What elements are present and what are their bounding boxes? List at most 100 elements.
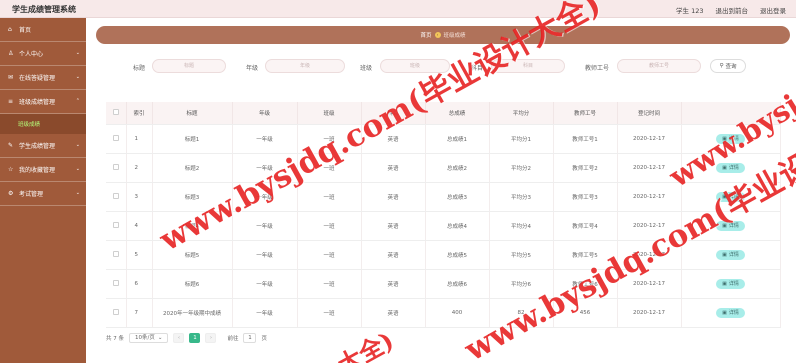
row-checkbox-cell[interactable] [106, 211, 127, 241]
row-checkbox[interactable] [112, 279, 119, 286]
submenu-item-label: 班级成绩 [18, 122, 41, 128]
row-checkbox[interactable] [112, 163, 119, 170]
goto-page-input[interactable]: 1 [243, 333, 257, 343]
breadcrumb-home[interactable]: 首页 [420, 31, 431, 39]
top-bar: 学生成绩管理系统 学生 123 退出到前台 退出登录 [0, 0, 796, 18]
detail-button[interactable]: ▣ 详情 [716, 162, 745, 173]
back-to-front-link[interactable]: 退出到前台 [716, 5, 749, 15]
row-checkbox[interactable] [112, 221, 119, 228]
table-cell: 教师工号6 [553, 269, 618, 299]
checkbox[interactable] [112, 108, 119, 115]
logout-link[interactable]: 退出登录 [760, 5, 786, 15]
sidebar-item-5[interactable]: ☆ 我的收藏管理 ⌄ [0, 158, 86, 182]
teacher-id-input[interactable]: 教师工号 [617, 59, 701, 73]
prev-page-button[interactable]: ‹ [173, 333, 185, 343]
row-checkbox[interactable] [112, 308, 119, 315]
chevron-down-icon: ⌃ [75, 98, 80, 104]
table-cell: 平均分5 [489, 240, 554, 270]
breadcrumb: 首页 › 班级成绩 [96, 26, 790, 44]
select-all-checkbox[interactable] [106, 102, 127, 125]
grade-input[interactable]: 年级 [265, 59, 345, 73]
breadcrumb-current: 班级成绩 [443, 33, 466, 39]
table-cell: 教师工号4 [553, 211, 618, 241]
search-button-label: 查询 [725, 64, 737, 70]
detail-button[interactable]: ▣ 详情 [716, 191, 745, 202]
table-cell: 平均分3 [489, 182, 554, 212]
chevron-down-icon: ⌄ [157, 335, 163, 341]
table-cell: 英语 [361, 211, 426, 241]
detail-button[interactable]: ▣ 详情 [716, 133, 745, 144]
table-cell: 标题3 [152, 182, 233, 212]
row-checkbox-cell[interactable] [106, 269, 127, 299]
table-cell: 标题6 [152, 269, 233, 299]
table-cell: 一年级 [232, 298, 298, 328]
document-icon: ▣ [722, 222, 727, 229]
column-header: 班级 [297, 102, 362, 125]
column-header [681, 102, 781, 125]
row-checkbox[interactable] [112, 192, 119, 199]
title-label: 标题 [133, 65, 146, 72]
row-checkbox[interactable] [112, 250, 119, 257]
actions-cell: ▣ 详情 [681, 211, 781, 241]
row-checkbox-cell[interactable] [106, 182, 127, 212]
table-cell: 一年级 [232, 269, 298, 299]
detail-button[interactable]: ▣ 详情 [716, 220, 745, 231]
row-checkbox-cell[interactable] [106, 153, 127, 183]
app-title: 学生成绩管理系统 [12, 5, 76, 14]
detail-button[interactable]: ▣ 详情 [716, 278, 745, 289]
table-cell: 英语 [361, 298, 426, 328]
table-cell: 一班 [297, 298, 362, 328]
pagination: 共 7 条 10条/页 ⌄ ‹ 1 › 前往 1 页 [106, 332, 267, 344]
sidebar-item-6[interactable]: ⚙ 考试管理 ⌄ [0, 182, 86, 206]
page-size-select[interactable]: 10条/页 ⌄ [129, 333, 169, 343]
row-checkbox-cell[interactable] [106, 124, 127, 154]
actions-cell: ▣ 详情 [681, 240, 781, 270]
next-page-button[interactable]: › [205, 333, 217, 343]
detail-button-label: 详情 [728, 251, 739, 258]
table-row: 1 标题1 一年级 一班 英语 总成绩1 平均分1 教师工号1 2020-12-17 ▣ 详情 [106, 124, 781, 154]
table-cell: 一年级 [232, 211, 298, 241]
table-cell: 6 [126, 269, 153, 299]
row-checkbox-cell[interactable] [106, 240, 127, 270]
row-checkbox[interactable] [112, 134, 119, 141]
table-cell: 一班 [297, 269, 362, 299]
table-cell: 标题4 [152, 211, 233, 241]
current-page[interactable]: 1 [189, 333, 201, 343]
submenu-item-active[interactable]: 班级成绩 [0, 114, 86, 134]
class-input[interactable]: 班级 [380, 59, 450, 73]
document-icon: ▣ [722, 251, 727, 258]
table-cell: 3 [126, 182, 153, 212]
column-header: 教师工号 [553, 102, 618, 125]
grades-table: 索引 标题 年级 班级 科目 总成绩 平均分 教师工号 登记时间 1 标题1 一年级 一班 英语 总成绩1… [106, 102, 781, 328]
table-cell: 一班 [297, 182, 362, 212]
teacher-id-label: 教师工号 [585, 65, 610, 72]
exam-icon: ⚙ [8, 190, 14, 197]
goto-suffix: 页 [261, 336, 267, 342]
table-cell: 2020年一年级期中成绩 [152, 298, 233, 328]
column-header: 登记时间 [617, 102, 682, 125]
grade-label: 年级 [246, 65, 259, 72]
detail-button[interactable]: ▣ 详情 [716, 249, 745, 260]
table-cell: 2020-12-17 [617, 182, 682, 212]
table-cell: 2 [126, 153, 153, 183]
search-button[interactable]: ⚲ 查询 [710, 59, 746, 73]
table-cell: 英语 [361, 124, 426, 154]
document-icon: ▣ [722, 135, 727, 142]
table-cell: 2020-12-17 [617, 211, 682, 241]
column-header: 标题 [152, 102, 233, 125]
table-cell: 总成绩6 [425, 269, 490, 299]
detail-button[interactable]: ▣ 详情 [716, 307, 745, 318]
table-cell: 平均分2 [489, 153, 554, 183]
subject-input[interactable]: 科目 [491, 59, 565, 73]
sidebar-item-0[interactable]: ⌂ 首页 [0, 18, 86, 42]
table-cell: 英语 [361, 153, 426, 183]
table-cell: 2020-12-17 [617, 153, 682, 183]
subject-label: 科目 [471, 65, 484, 72]
table-cell: 一年级 [232, 182, 298, 212]
sidebar-item-4[interactable]: ✎ 学生成绩管理 ⌄ [0, 134, 86, 158]
table-cell: 7 [126, 298, 153, 328]
title-input[interactable]: 标题 [152, 59, 226, 73]
row-checkbox-cell[interactable] [106, 298, 127, 328]
sidebar-item-3[interactable]: ≡ 班级成绩管理 ⌃ [0, 90, 86, 114]
table-row: 4 标题4 一年级 一班 英语 总成绩4 平均分4 教师工号4 2020-12-17 ▣ 详情 [106, 211, 781, 241]
